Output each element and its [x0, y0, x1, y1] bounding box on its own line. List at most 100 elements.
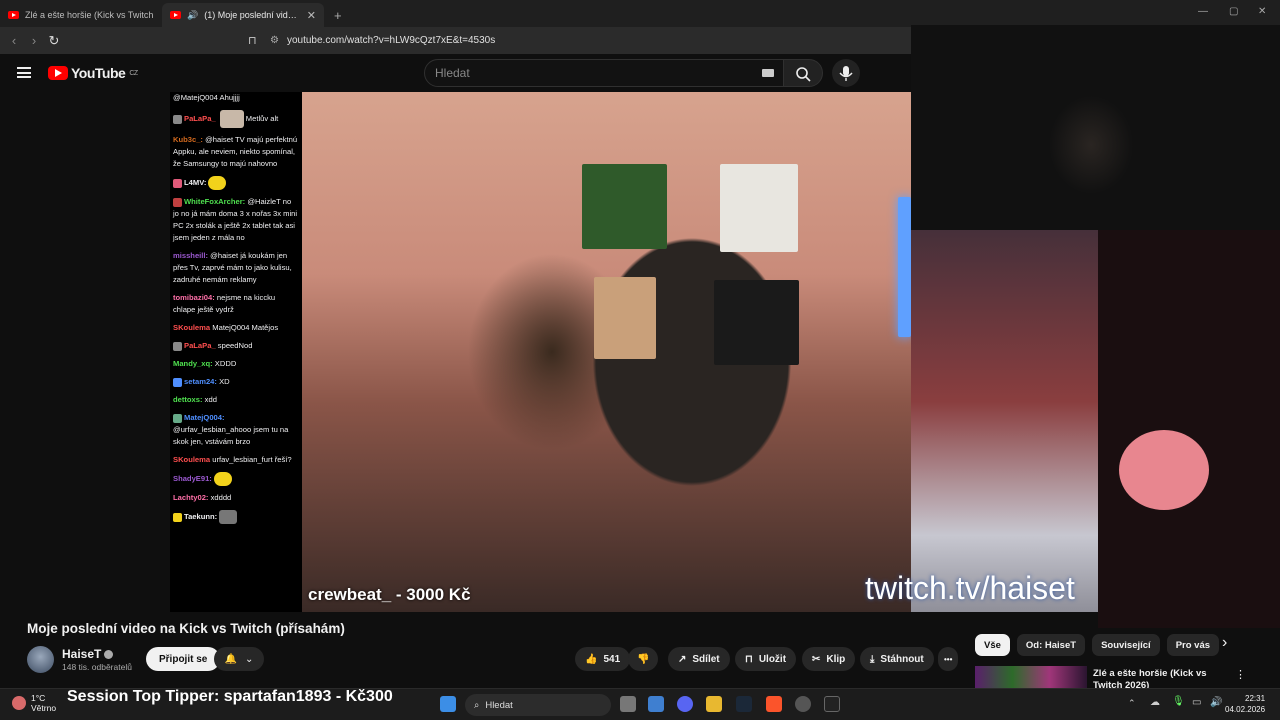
chat-message: Lachty02: xdddd [173, 493, 232, 502]
task-view-icon[interactable] [620, 696, 636, 712]
subscriber-count: 148 tis. odběratelů [62, 662, 132, 672]
maximize-icon[interactable]: ▢ [1229, 6, 1238, 17]
download-icon: ⤓ [870, 653, 875, 665]
windows-start-icon[interactable] [440, 696, 456, 712]
microphone-icon[interactable]: 🎙 [1172, 696, 1185, 707]
channel-avatar[interactable] [27, 646, 54, 673]
new-tab-button[interactable]: + [324, 3, 352, 27]
recommended-video[interactable]: Zlé a ešte horšie (Kick vs Twitch 2026) … [975, 666, 1280, 688]
file-explorer-icon[interactable] [706, 696, 722, 712]
wall-poster [714, 280, 799, 365]
filter-chips: Vše Od: HaiseT Související Pro vás [975, 634, 1220, 656]
chip-all[interactable]: Vše [975, 634, 1010, 656]
youtube-favicon-icon [170, 11, 181, 19]
share-icon: ↗ [678, 653, 687, 665]
chip-for-you[interactable]: Pro vás [1166, 634, 1220, 656]
speaker-icon: 🔊 [187, 9, 199, 20]
tip-overlay: crewbeat_ - 3000 Kč [308, 585, 471, 604]
search-input[interactable]: Hledat [424, 59, 784, 87]
chat-message: Mandy_xq: XDDD [173, 359, 237, 368]
join-button[interactable]: Připojit se [146, 647, 221, 671]
discord-icon[interactable] [677, 696, 693, 712]
thumbs-down-icon: 👎 [637, 653, 650, 665]
weather-icon [12, 696, 26, 710]
search-button[interactable] [783, 59, 823, 87]
url-field[interactable]: ⊓ ⚙ youtube.com/watch?v=hLW9cQzt7xE&t=45… [248, 31, 910, 50]
app-icon[interactable] [795, 696, 811, 712]
back-icon[interactable]: ‹ [4, 33, 24, 48]
search-icon: ⌕ [474, 699, 480, 711]
video-title: Moje poslední video na Kick vs Twitch (p… [27, 621, 345, 636]
epic-games-icon[interactable] [824, 696, 840, 712]
like-button[interactable]: 👍 541 [575, 647, 631, 671]
webcam-feed [911, 25, 1280, 230]
stream-chat: @MatejQ004 Ahujjjj PaLaPa_ Metlův alt Ku… [170, 92, 302, 612]
close-tab-icon[interactable]: ✕ [307, 9, 316, 22]
hamburger-menu-icon[interactable] [17, 67, 31, 78]
plush-toy [1119, 430, 1209, 510]
chat-message: PaLaPa_ speedNod [173, 340, 299, 352]
stream-side-view [911, 230, 1098, 612]
chat-message: Kub3c_: @haiset TV majú perfektnú Appku,… [173, 135, 298, 168]
weather-widget[interactable]: 1°C Větrno [12, 693, 56, 713]
download-button[interactable]: ⤓ Stáhnout [860, 647, 934, 671]
browser-tab[interactable]: Zlé a ešte horšie (Kick vs Twitch [0, 3, 162, 27]
voice-search-button[interactable] [832, 59, 860, 87]
stream-url-overlay: twitch.tv/haiset [865, 570, 1075, 606]
video-player[interactable] [302, 92, 911, 612]
share-button[interactable]: ↗ Sdílet [668, 647, 730, 671]
chevron-down-icon: ⌄ [245, 653, 254, 665]
chat-message: ShadyE91: [173, 472, 299, 486]
cloud-icon[interactable]: ☁ [1150, 697, 1160, 708]
windows-taskbar: 1°C Větrno Session Top Tipper: spartafan1… [0, 688, 1280, 720]
bookmark-icon[interactable]: ⊓ [248, 34, 257, 47]
keyboard-icon[interactable] [762, 69, 774, 77]
top-tipper-overlay: Session Top Tipper: spartafan1893 - Kč30… [67, 688, 393, 705]
channel-name[interactable]: HaiseT [62, 647, 114, 661]
scissors-icon: ✂ [812, 653, 821, 665]
neon-light [898, 197, 911, 337]
chat-message: WhiteFoxArcher: @HaizleT no jo no já mám… [173, 197, 298, 242]
steam-icon[interactable] [736, 696, 752, 712]
clip-button[interactable]: ✂ Klip [802, 647, 856, 671]
chat-message: setam24: XD [173, 376, 299, 388]
tab-title: Zlé a ešte horšie (Kick vs Twitch [25, 10, 154, 20]
chip-related[interactable]: Související [1092, 634, 1160, 656]
search-icon [796, 67, 811, 82]
photos-icon[interactable] [648, 696, 664, 712]
chat-message: missheill: @haiset já koukám jen přes Tv… [173, 251, 292, 284]
chat-message: tomibazi04: nejsme na kiccku chlape ješt… [173, 293, 276, 314]
brave-browser-icon[interactable] [766, 696, 782, 712]
chevron-right-icon[interactable]: › [1222, 634, 1227, 652]
video-thumbnail [975, 666, 1087, 688]
forward-icon[interactable]: › [24, 33, 44, 48]
chevron-up-icon[interactable]: ⌃ [1128, 698, 1136, 709]
youtube-header: YouTube CZ Hledat [0, 54, 912, 92]
volume-icon[interactable]: 🔊 [1210, 697, 1222, 708]
youtube-favicon-icon [8, 11, 19, 19]
chat-message: Taekunn: [173, 510, 299, 524]
chat-message: @MatejQ004 Ahujjjj [173, 93, 240, 102]
url-text: youtube.com/watch?v=hLW9cQzt7xE&t=4530s [286, 35, 496, 46]
site-info-icon[interactable]: ⚙ [270, 35, 279, 46]
more-actions-button[interactable]: ••• [938, 647, 959, 671]
youtube-logo[interactable]: YouTube CZ [48, 65, 138, 81]
notifications-button[interactable]: 🔔 ⌄ [214, 647, 264, 671]
more-vert-icon[interactable]: ⋮ [1235, 668, 1246, 681]
verified-icon [104, 650, 114, 660]
thumbs-up-icon: 👍 [585, 653, 598, 665]
browser-tab-active[interactable]: 🔊 (1) Moje poslední video na Kic ✕ [162, 3, 324, 27]
wall-poster [582, 164, 667, 249]
chat-message: L4MV: [173, 176, 299, 190]
minimize-icon[interactable]: — [1198, 6, 1208, 17]
close-window-icon[interactable]: ✕ [1258, 6, 1266, 17]
chip-from-channel[interactable]: Od: HaiseT [1016, 634, 1086, 656]
clock[interactable]: 22:31 04.02.2026 [1225, 693, 1265, 715]
network-icon[interactable]: ▭ [1192, 697, 1201, 708]
reload-icon[interactable]: ↻ [44, 33, 64, 49]
wall-poster [720, 164, 798, 252]
dislike-button[interactable]: 👎 [628, 647, 659, 671]
chat-message: MatejQ004: @urfav_lesbian_ahooo jsem tu … [173, 413, 289, 446]
taskbar-search[interactable]: ⌕ Hledat [465, 694, 611, 716]
save-button[interactable]: ⊓ Uložit [735, 647, 797, 671]
